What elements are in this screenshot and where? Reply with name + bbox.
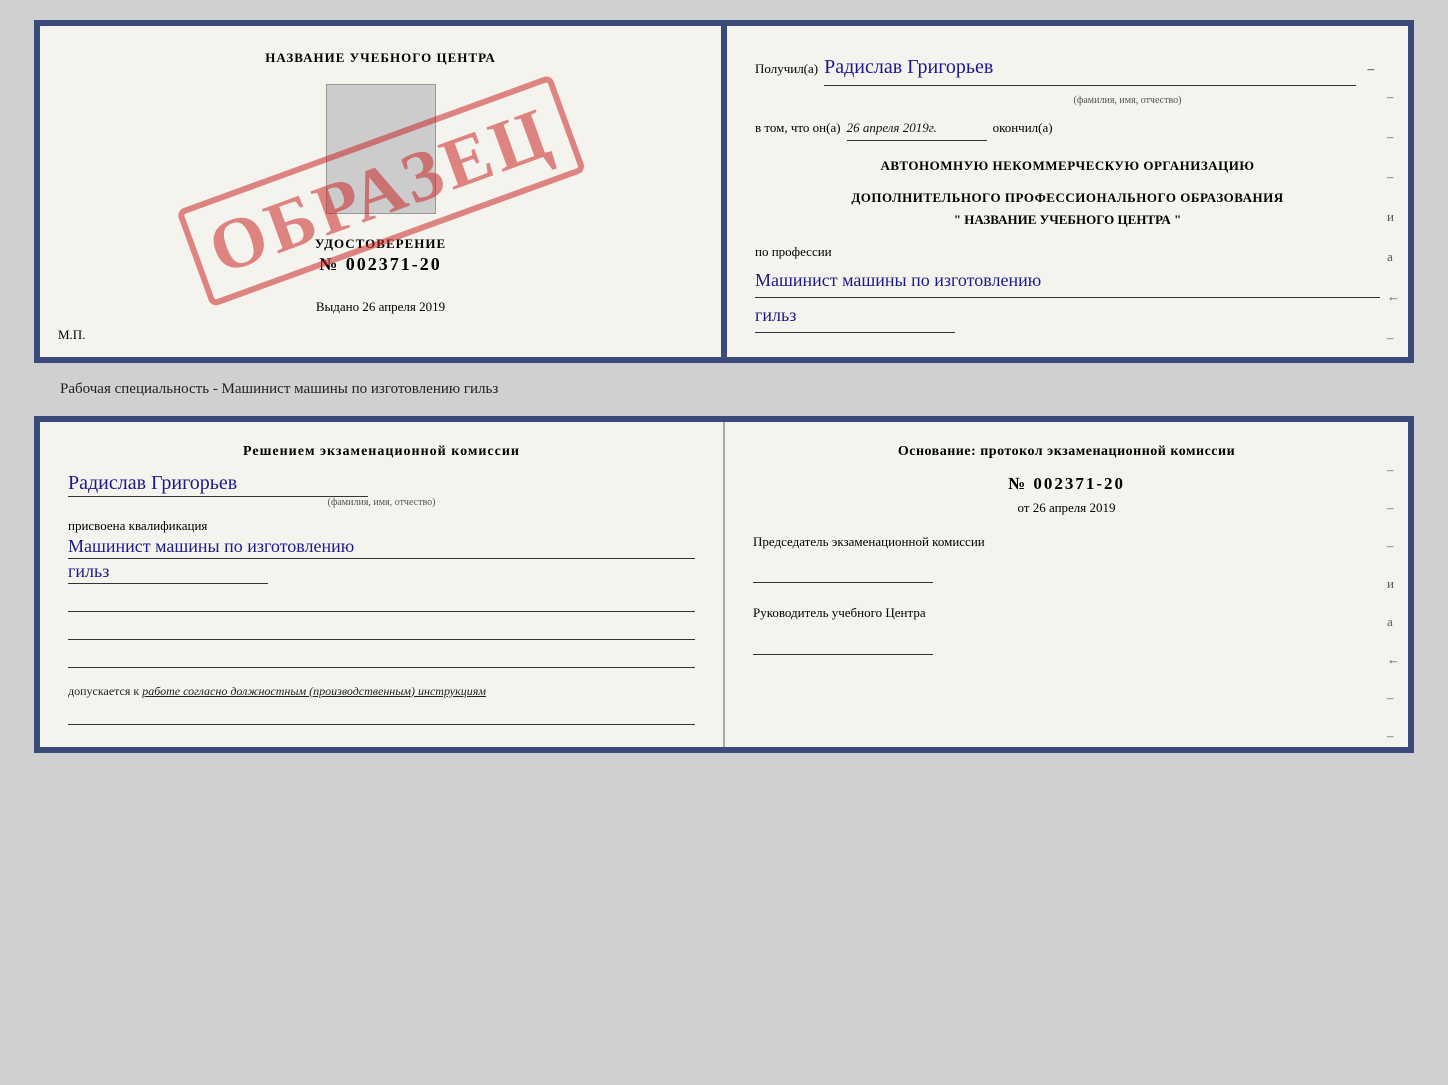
vydano-label: Выдано — [316, 299, 359, 314]
bd-a: а — [1387, 614, 1400, 630]
fio-hint-top: (фамилия, имя, отчество) — [875, 92, 1380, 109]
predsedatel-label: Председатель экзаменационной комиссии — [753, 532, 1380, 552]
school-title: НАЗВАНИЕ УЧЕБНОГО ЦЕНТРА — [265, 50, 496, 66]
recipient-name: Радислав Григорьев — [824, 50, 1355, 86]
bottom-doc-left: Решением экзаменационной комиссии Радисл… — [40, 422, 725, 747]
dash-after-name: – — [1362, 58, 1381, 80]
dash4: – — [1387, 327, 1400, 349]
poluchil-line: Получил(а) Радислав Григорьев – — [755, 50, 1380, 86]
okonchil-label: окончил(а) — [993, 117, 1053, 139]
predsedatel-signature-line — [753, 559, 933, 583]
org-line2: ДОПОЛНИТЕЛЬНОГО ПРОФЕССИОНАЛЬНОГО ОБРАЗО… — [755, 187, 1380, 209]
rukovoditel-block: Руководитель учебного Центра — [753, 603, 1380, 655]
vtom-label: в том, что он(а) — [755, 117, 841, 139]
fio-hint-bottom: (фамилия, имя, отчество) — [68, 497, 695, 508]
bd3: – — [1387, 538, 1400, 554]
profession-text: Машинист машины по изготовлению — [755, 265, 1380, 298]
completion-date: 26 апреля 2019г. — [847, 117, 987, 141]
dash1: – — [1387, 86, 1400, 108]
doc-label: Рабочая специальность - Машинист машины … — [60, 381, 498, 398]
osnovaniye-title: Основание: протокол экзаменационной коми… — [753, 444, 1380, 460]
udostoverenie-block: УДОСТОВЕРЕНИЕ № 002371-20 — [315, 236, 446, 275]
bd-i: и — [1387, 576, 1400, 592]
rukovoditel-signature-line — [753, 631, 933, 655]
blank-line-4 — [68, 707, 695, 725]
rukovoditel-label: Руководитель учебного Центра — [753, 603, 1380, 623]
top-doc-left: НАЗВАНИЕ УЧЕБНОГО ЦЕНТРА УДОСТОВЕРЕНИЕ №… — [40, 26, 721, 357]
top-document: НАЗВАНИЕ УЧЕБНОГО ЦЕНТРА УДОСТОВЕРЕНИЕ №… — [34, 20, 1414, 363]
org-name: " НАЗВАНИЕ УЧЕБНОГО ЦЕНТРА " — [755, 209, 1380, 231]
qualification-text2: гильз — [68, 561, 268, 584]
bd2: – — [1387, 500, 1400, 516]
profession-text2: гильз — [755, 300, 955, 333]
decision-title: Решением экзаменационной комиссии — [68, 444, 695, 460]
bd4: – — [1387, 690, 1400, 706]
profession-label: по профессии — [755, 241, 1380, 263]
blank-line-2 — [68, 622, 695, 640]
bottom-name: Радислав Григорьев — [68, 472, 368, 497]
predsedatel-block: Председатель экзаменационной комиссии — [753, 532, 1380, 584]
dopuskaetsya-text: работе согласно должностным (производств… — [142, 684, 486, 698]
vtom-line: в том, что он(а) 26 апреля 2019г. окончи… — [755, 117, 1380, 141]
poluchil-label: Получил(а) — [755, 58, 818, 80]
bd1: – — [1387, 462, 1400, 478]
blank-line-1 — [68, 594, 695, 612]
dash3: – — [1387, 166, 1400, 188]
dash-arrow: ← — [1387, 286, 1400, 308]
dash-i: и — [1387, 206, 1400, 228]
udostoverenie-title: УДОСТОВЕРЕНИЕ — [315, 236, 446, 252]
right-dashes: – – – и а ← – — [1387, 86, 1400, 349]
top-doc-right: – – – и а ← – Получил(а) Радислав Григор… — [727, 26, 1408, 357]
qualification-text: Машинист машины по изготовлению — [68, 536, 695, 559]
blank-line-3 — [68, 650, 695, 668]
protocol-num: № 002371-20 — [753, 474, 1380, 494]
bottom-doc-right: – – – и а ← – – – Основание: протокол эк… — [725, 422, 1408, 747]
dash-a: а — [1387, 246, 1400, 268]
bd5: – — [1387, 728, 1400, 744]
vydano-line: Выдано 26 апреля 2019 — [316, 299, 445, 315]
right-dashes2: – – – и а ← – – – — [1387, 462, 1400, 753]
name-block: Радислав Григорьев (фамилия, имя, отчест… — [68, 472, 695, 508]
prisvoena-label: присвоена квалификация — [68, 518, 695, 534]
ot-date: от 26 апреля 2019 — [753, 500, 1380, 516]
dopuskaetsya-label: допускается к — [68, 684, 139, 698]
mp-label: М.П. — [58, 327, 85, 343]
photo-placeholder — [326, 84, 436, 214]
protocol-date: 26 апреля 2019 — [1033, 500, 1116, 515]
bottom-document: Решением экзаменационной комиссии Радисл… — [34, 416, 1414, 753]
dash2: – — [1387, 126, 1400, 148]
dopuskaetsya-block: допускается к работе согласно должностны… — [68, 684, 695, 699]
udostoverenie-num: № 002371-20 — [315, 254, 446, 275]
ot-label: от — [1017, 500, 1029, 515]
org-line1: АВТОНОМНУЮ НЕКОММЕРЧЕСКУЮ ОРГАНИЗАЦИЮ — [755, 155, 1380, 177]
bd-arrow: ← — [1387, 652, 1400, 668]
vydano-date: 26 апреля 2019 — [362, 299, 445, 314]
